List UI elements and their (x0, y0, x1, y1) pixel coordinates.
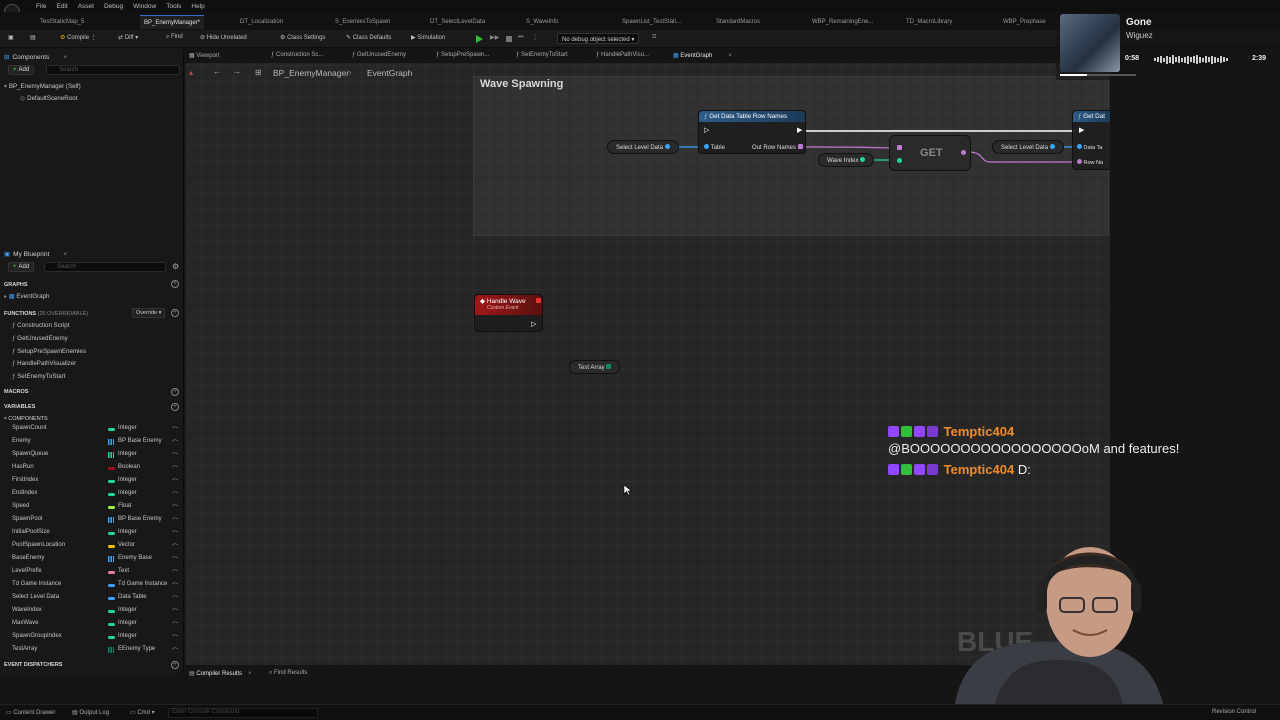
waveform-bar (1181, 57, 1183, 62)
pin-dot (1077, 144, 1082, 149)
time-elapsed: 0:58 (1125, 55, 1140, 62)
badge-icon (914, 464, 925, 475)
exec-in-pin[interactable]: ▶ (1079, 126, 1084, 134)
progress-fill (1060, 74, 1088, 76)
chat-message-text: D: (1017, 462, 1031, 477)
node-wave-index[interactable]: Wave Index (818, 153, 875, 167)
badge-icon (888, 426, 899, 437)
node-header: ƒ Get Dat (1073, 111, 1110, 122)
badge-icon (901, 426, 912, 437)
console-input[interactable]: Enter Console Command (168, 708, 318, 718)
chat-message-text: @BOOOOOOOOOOOOOOOOOoM and features! (888, 441, 1180, 456)
status-bar: ▭ Content Drawer ▤ Output Log ▭ Cmd ▾ En… (0, 704, 1280, 720)
badge-icon (888, 464, 899, 475)
badge-icon (927, 464, 938, 475)
tab-compiler-results[interactable]: ▤ Compiler Results × (189, 670, 252, 677)
pin-dot (704, 144, 709, 149)
node-select-level-data-2[interactable]: Select Level Data (992, 140, 1064, 154)
waveform-bar (1175, 57, 1177, 62)
chat-message: Temptic404 D: (888, 462, 1031, 477)
revision-control-button[interactable]: Revision Control (1212, 709, 1256, 715)
chat-message: Temptic404 (888, 424, 1014, 439)
badge-icon (914, 426, 925, 437)
progress-track (1060, 74, 1136, 76)
waveform-bar (1169, 56, 1171, 63)
node-test-array[interactable]: Test Array (569, 360, 621, 374)
waveform-bar (1220, 56, 1222, 63)
item-out-pin[interactable] (961, 150, 966, 155)
event-icon: ◆ (480, 298, 487, 305)
waveform-bar (1199, 56, 1201, 63)
node-header: ƒ Get Data Table Row Names (699, 111, 805, 122)
waveform-bar (1190, 57, 1192, 62)
node-get-data-table-row-cut[interactable]: ƒ Get Dat ▶ Data Ta Row Na (1072, 110, 1110, 170)
array-in-pin[interactable] (897, 145, 902, 150)
row-name-pin[interactable]: Row Na (1077, 159, 1103, 166)
waveform-bar (1202, 57, 1204, 62)
node-get-data-table-row-names[interactable]: ƒ Get Data Table Row Names ▷ ▶ Table Out… (698, 110, 806, 154)
pin-dot (860, 157, 866, 162)
node-header: ◆ Handle Wave Custom Event (475, 295, 542, 315)
chat-username: Temptic404 (943, 462, 1015, 477)
streamer-webcam (955, 547, 1163, 704)
exec-out-pin[interactable]: ▷ (531, 320, 536, 328)
out-row-names-pin[interactable]: Out Row Names (752, 144, 803, 151)
cmd-dropdown[interactable]: ▭ Cmd ▾ (130, 709, 155, 716)
waveform-bar (1193, 56, 1195, 63)
waveform-bar (1187, 55, 1189, 64)
now-playing-overlay: Gone Wiguez 0:58 2:39 (1056, 12, 1280, 80)
chat-username: Temptic404 (943, 424, 1015, 439)
node-get-array-item[interactable]: GET (889, 135, 971, 171)
pin-dot (1077, 159, 1082, 164)
waveform-bar (1223, 57, 1225, 62)
badge-icon (901, 464, 912, 475)
tab-find-results[interactable]: ⌕ Find Results (269, 670, 307, 677)
webcam-overlay (945, 530, 1170, 704)
waveform-bar (1184, 56, 1186, 63)
waveform-bar (1166, 55, 1168, 64)
row-names-wire (799, 146, 896, 149)
waveform-bar (1160, 56, 1162, 63)
table-pin[interactable]: Table (704, 144, 725, 151)
exec-out-pin[interactable]: ▶ (797, 126, 802, 134)
node-select-level-data[interactable]: Select Level Data (607, 140, 679, 154)
pin-dot (606, 364, 612, 369)
mouse-cursor-icon (623, 484, 633, 496)
waveform-bar (1205, 56, 1207, 63)
audio-waveform (1154, 55, 1248, 64)
close-icon[interactable]: × (248, 671, 252, 677)
time-total: 2:39 (1252, 55, 1267, 62)
exec-in-pin[interactable]: ▷ (704, 126, 709, 134)
content-drawer-button[interactable]: ▭ Content Drawer (6, 709, 55, 716)
waveform-bar (1172, 55, 1174, 64)
pin-dot (1049, 144, 1055, 149)
song-artist: Wiguez (1126, 31, 1153, 40)
waveform-bar (1178, 56, 1180, 63)
data-table-pin[interactable]: Data Ta (1077, 144, 1102, 151)
waveform-bar (1214, 56, 1216, 63)
pin-dot (664, 144, 670, 149)
get-label: GET (920, 147, 943, 159)
waveform-bar (1226, 58, 1228, 61)
output-log-button[interactable]: ▤ Output Log (72, 709, 109, 716)
badge-icon (927, 426, 938, 437)
waveform-bar (1217, 57, 1219, 62)
song-title: Gone (1126, 17, 1152, 28)
waveform-bar (1163, 57, 1165, 62)
delegate-pin[interactable] (536, 298, 541, 303)
pin-dot (797, 144, 803, 149)
waveform-bar (1208, 57, 1210, 62)
waveform-bar (1157, 57, 1159, 62)
waveform-bar (1211, 55, 1213, 64)
album-art (1060, 14, 1120, 72)
node-handle-wave-event[interactable]: ◆ Handle Wave Custom Event ▷ (474, 294, 543, 332)
index-in-pin[interactable] (897, 158, 902, 163)
chat-overlay: Temptic404 @BOOOOOOOOOOOOOOOOOoM and fea… (888, 424, 1278, 484)
waveform-bar (1154, 58, 1156, 61)
waveform-bar (1196, 55, 1198, 64)
